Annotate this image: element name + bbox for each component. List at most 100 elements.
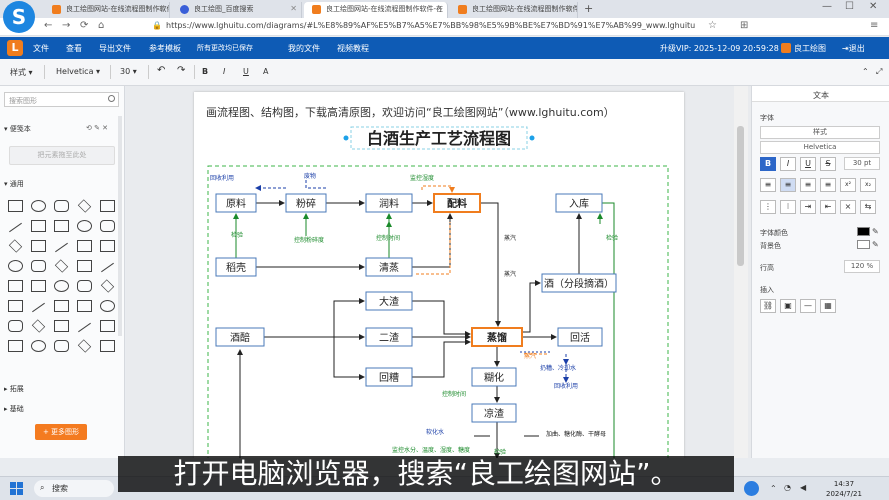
more-shapes-button[interactable]: + 更多图形 [35, 424, 87, 440]
browser-tab[interactable]: 良工绘图网站-在线流程图制作软件 ✕ [450, 2, 578, 18]
section-basic[interactable]: ▸ 基础 [4, 404, 24, 414]
collapse-icon[interactable]: ⌃ [862, 67, 869, 76]
new-tab-button[interactable]: + [584, 2, 593, 15]
palette-shape[interactable] [54, 280, 69, 292]
brand-button[interactable]: 良工绘图 [778, 41, 830, 55]
eyedropper-icon[interactable]: ✎ [872, 240, 879, 249]
palette-shape[interactable] [32, 302, 45, 313]
extensions-icon[interactable]: ⊞ [740, 20, 748, 31]
back-icon[interactable]: ← [44, 20, 52, 31]
palette-shape[interactable] [77, 260, 92, 272]
volume-icon[interactable]: ◀ [800, 483, 806, 492]
refresh-icon[interactable]: ⟳ [80, 20, 88, 31]
redo-icon[interactable]: ↷ [177, 65, 185, 76]
list-bullet-icon[interactable]: ⁝ [780, 200, 796, 214]
font-size-dropdown[interactable]: 30 ▾ [120, 67, 137, 76]
canvas-area[interactable]: 画流程图、结构图，下载高清原图，欢迎访问“良工绘图网站”（www.lghuitu… [126, 86, 751, 458]
clear-format-icon[interactable]: ⨯ [840, 200, 856, 214]
palette-shape[interactable] [54, 220, 69, 232]
menu-export[interactable]: 导出文件 [99, 43, 131, 54]
url-field[interactable]: https://www.lghuitu.com/diagrams/#L%E8%8… [166, 21, 696, 30]
palette-shape[interactable] [54, 320, 69, 332]
italic-button[interactable]: I [223, 67, 225, 76]
palette-shape[interactable] [100, 320, 115, 332]
scratchpad-header[interactable]: ▾ 便笺本 [4, 124, 31, 134]
bold-button[interactable]: B [202, 67, 208, 76]
palette-shape[interactable] [77, 339, 92, 353]
style-dropdown[interactable]: 样式 ▾ [10, 67, 33, 78]
font-color-button[interactable]: A [263, 67, 268, 76]
indent-icon[interactable]: ⇥ [800, 200, 816, 214]
palette-shape[interactable] [100, 240, 115, 252]
shape-search-input[interactable]: 搜索图形 [4, 92, 119, 107]
maximize-icon[interactable]: ☐ [845, 1, 854, 12]
insert-table-icon[interactable]: ▦ [820, 299, 836, 313]
close-icon[interactable]: ✕ [436, 4, 443, 13]
palette-shape[interactable] [77, 240, 92, 252]
palette-shape[interactable] [31, 200, 46, 212]
browser-tab[interactable]: 良工绘图网站-在线流程图制作软件 ✕ [44, 2, 170, 18]
palette-shape[interactable] [31, 340, 46, 352]
palette-shape[interactable] [31, 220, 46, 232]
palette-shape[interactable] [77, 280, 92, 292]
palette-shape[interactable] [78, 322, 91, 333]
tab-text[interactable]: 文本 [813, 90, 829, 101]
exit-button[interactable]: ⇥退出 [842, 43, 865, 54]
bold-toggle[interactable]: B [760, 157, 776, 171]
font-select[interactable]: Helvetica [760, 141, 880, 154]
list-numbered-icon[interactable]: ⋮ [760, 200, 776, 214]
clock[interactable]: 14:37 2024/7/21 [826, 479, 862, 499]
bg-color-swatch[interactable] [857, 240, 870, 249]
palette-shape[interactable] [77, 300, 92, 312]
palette-shape[interactable] [100, 220, 115, 232]
scroll-thumb[interactable] [737, 126, 744, 266]
fullscreen-icon[interactable]: ⤢ [876, 67, 882, 77]
italic-toggle[interactable]: I [780, 157, 796, 171]
line-spacing-input[interactable]: 120 % [844, 260, 880, 273]
palette-shape[interactable] [31, 260, 46, 272]
menu-my-files[interactable]: 我的文件 [288, 43, 320, 54]
palette-shape[interactable] [55, 242, 68, 253]
insert-hr-icon[interactable]: — [800, 299, 816, 313]
left-scrollbar[interactable] [118, 116, 122, 336]
window-close-icon[interactable]: ✕ [869, 1, 877, 12]
palette-shape[interactable] [8, 280, 23, 292]
palette-shape[interactable] [100, 200, 115, 212]
palette-shape[interactable] [31, 280, 46, 292]
canvas-scrollbar[interactable] [734, 86, 748, 458]
undo-icon[interactable]: ↶ [157, 65, 165, 76]
tray-app-icon[interactable] [744, 481, 759, 496]
palette-shape[interactable] [77, 199, 92, 213]
close-icon[interactable]: ✕ [158, 4, 165, 13]
scratchpad-tools-icon[interactable]: ⟲ ✎ ✕ [86, 124, 108, 132]
palette-shape[interactable] [8, 239, 23, 253]
close-icon[interactable]: ✕ [290, 4, 297, 13]
font-dropdown[interactable]: Helvetica ▾ [56, 67, 100, 76]
browser-tab[interactable]: 良工绘图_百度搜索 ✕ [172, 2, 302, 18]
menu-file[interactable]: 文件 [33, 43, 49, 54]
palette-shape[interactable] [100, 300, 115, 312]
eyedropper-icon[interactable]: ✎ [872, 227, 879, 236]
palette-shape[interactable] [9, 222, 22, 233]
align-center-icon[interactable]: ≡ [780, 178, 796, 192]
text-direction-icon[interactable]: ⇆ [860, 200, 876, 214]
palette-shape[interactable] [101, 262, 114, 273]
section-extension[interactable]: ▸ 拓展 [4, 384, 24, 394]
browser-menu-icon[interactable]: ≡ [870, 20, 878, 31]
tray-chevron-icon[interactable]: ⌃ [770, 484, 777, 493]
scratchpad-dropzone[interactable]: 把元素拖至此处 [9, 146, 115, 165]
palette-shape[interactable] [100, 340, 115, 352]
palette-shape[interactable] [8, 320, 23, 332]
font-color-swatch[interactable] [857, 227, 870, 236]
palette-shape[interactable] [8, 300, 23, 312]
insert-link-icon[interactable]: ⛓ [760, 299, 776, 313]
forward-icon[interactable]: → [62, 20, 70, 31]
general-header[interactable]: ▾ 通用 [4, 179, 24, 189]
vip-status[interactable]: 升级VIP: 2025-12-09 20:59:28 [660, 43, 779, 54]
style-select[interactable]: 样式 [760, 126, 880, 139]
close-icon[interactable]: ✕ [566, 4, 573, 13]
search-icon[interactable] [108, 95, 115, 102]
palette-shape[interactable] [54, 200, 69, 212]
outdent-icon[interactable]: ⇤ [820, 200, 836, 214]
underline-toggle[interactable]: U [800, 157, 816, 171]
